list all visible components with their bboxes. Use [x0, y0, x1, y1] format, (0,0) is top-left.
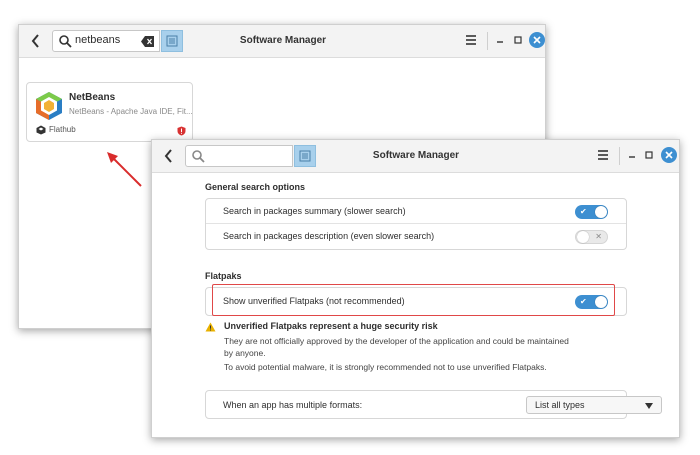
minimize-icon[interactable] [494, 34, 506, 46]
section-title-flatpaks: Flatpaks [205, 271, 242, 281]
software-manager-window-front: Software Manager General search options … [151, 139, 680, 438]
back-arrow-icon [31, 34, 39, 48]
titlebar-separator [619, 147, 620, 165]
hamburger-menu-icon[interactable] [596, 148, 610, 162]
back-button[interactable] [25, 30, 47, 52]
description-search-toggle[interactable]: ✕ [575, 230, 608, 244]
close-icon [533, 36, 541, 44]
hamburger-menu-icon[interactable] [464, 33, 478, 47]
search-icon [59, 35, 72, 48]
annotation-highlight-box [212, 284, 615, 316]
back-arrow-icon [164, 149, 172, 163]
titlebar-separator [487, 32, 488, 50]
cross-icon: ✕ [595, 232, 602, 241]
app-card-netbeans[interactable]: NetBeans NetBeans - Apache Java IDE, Fit… [26, 82, 193, 142]
app-description: NetBeans - Apache Java IDE, Fit... [69, 107, 193, 116]
check-icon: ✔ [580, 207, 587, 216]
pref-label: Search in packages description (even slo… [223, 231, 435, 241]
titlebar: Software Manager [152, 140, 679, 173]
preferences-content: General search options Search in package… [152, 173, 679, 437]
filter-icon [299, 150, 311, 162]
pref-row-description-search: Search in packages description (even slo… [206, 224, 626, 249]
search-value: netbeans [75, 34, 121, 46]
clear-search-icon[interactable] [141, 36, 154, 47]
format-select-value: List all types [535, 400, 585, 410]
section-title-general: General search options [205, 182, 306, 192]
netbeans-logo-icon [36, 92, 62, 120]
pref-label: Search in packages summary (slower searc… [223, 206, 406, 216]
close-icon [665, 151, 673, 159]
toggle-knob [577, 231, 589, 243]
close-button[interactable] [661, 147, 677, 163]
format-label: When an app has multiple formats: [223, 400, 363, 410]
search-icon [192, 150, 205, 163]
general-options-group: Search in packages summary (slower searc… [205, 198, 627, 250]
titlebar: netbeans Software Manager [19, 25, 545, 58]
window-title: Software Manager [239, 35, 327, 46]
search-input[interactable]: netbeans [52, 30, 160, 52]
window-title: Software Manager [372, 150, 460, 161]
dropdown-arrow-icon [645, 403, 653, 409]
maximize-icon[interactable] [643, 149, 655, 161]
warning-text-line: by anyone. [224, 348, 266, 358]
multiple-formats-row: When an app has multiple formats: List a… [205, 390, 662, 419]
back-button[interactable] [158, 145, 180, 167]
warning-icon [205, 322, 216, 332]
flathub-icon [36, 125, 46, 135]
search-filter-button[interactable] [294, 145, 316, 167]
summary-search-toggle[interactable]: ✔ [575, 205, 608, 219]
warning-title: Unverified Flatpaks represent a huge sec… [224, 321, 438, 331]
app-name: NetBeans [69, 92, 116, 103]
search-filter-button[interactable] [161, 30, 183, 52]
filter-icon [166, 35, 178, 47]
app-source: Flathub [49, 125, 76, 134]
minimize-icon[interactable] [626, 149, 638, 161]
maximize-icon[interactable] [512, 34, 524, 46]
screenshot-stage: netbeans Software Manager NetBeans NetBe… [0, 0, 700, 455]
annotation-arrow-icon [107, 152, 142, 187]
close-button[interactable] [529, 32, 545, 48]
format-select[interactable]: List all types [526, 396, 662, 414]
unverified-shield-icon [177, 126, 186, 136]
pref-row-summary-search: Search in packages summary (slower searc… [206, 199, 626, 224]
warning-text-line: They are not officially approved by the … [224, 336, 569, 346]
search-input[interactable] [185, 145, 293, 167]
warning-text-line: To avoid potential malware, it is strong… [224, 362, 547, 372]
toggle-knob [595, 206, 607, 218]
